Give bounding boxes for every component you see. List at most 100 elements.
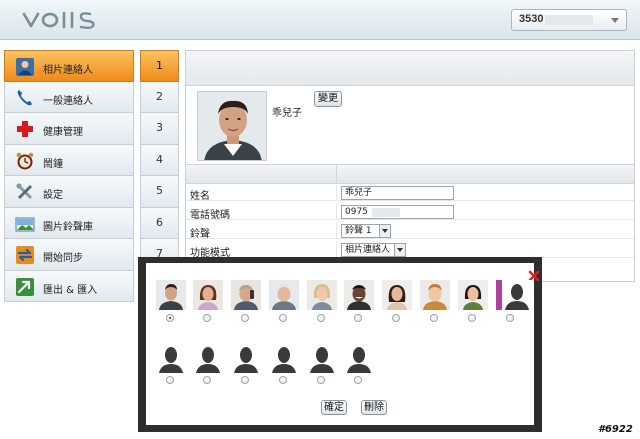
- phone-value: 0975: [345, 207, 368, 217]
- avatar-radio[interactable]: [317, 314, 325, 322]
- contact-photo: [197, 91, 267, 161]
- avatar-option[interactable]: [156, 280, 186, 310]
- avatar-option-empty[interactable]: [193, 343, 223, 373]
- avatar-radio[interactable]: [166, 376, 174, 384]
- sidebar-item-export-import[interactable]: 匯出 & 匯入: [4, 270, 134, 302]
- column-divider: [336, 242, 337, 258]
- contact-person-icon: [16, 58, 34, 76]
- avatar-radio[interactable]: [354, 314, 362, 322]
- sidebar-item-health[interactable]: 健康管理: [4, 113, 134, 145]
- column-divider: [336, 185, 337, 201]
- sidebar-item-photo-contacts[interactable]: 相片連絡人: [4, 50, 134, 82]
- sidebar-item-settings[interactable]: 設定: [4, 176, 134, 208]
- chevron-down-icon: [379, 225, 390, 237]
- avatar-option-empty[interactable]: [344, 343, 374, 373]
- avatar-option-empty[interactable]: [231, 343, 261, 373]
- silhouette-avatar-image: [310, 347, 334, 373]
- avatar-option[interactable]: [269, 280, 299, 310]
- avatar-option[interactable]: [344, 280, 374, 310]
- avatar-option[interactable]: [458, 280, 488, 310]
- slot-number[interactable]: 6: [140, 207, 179, 239]
- avatar-radio[interactable]: [506, 314, 514, 322]
- avatar-radio[interactable]: [317, 376, 325, 384]
- man-portrait-image: [198, 92, 266, 160]
- delete-button[interactable]: 刪除: [361, 400, 387, 415]
- ringtone-value: 鈴聲 1: [345, 226, 372, 236]
- sync-icon: [16, 246, 34, 264]
- form-row-phone: 電話號碼 0975: [186, 204, 634, 221]
- sidebar-nav: 相片連絡人 一般連絡人 健康管理 鬧鐘 設定 圖片鈴聲庫 開始同步 匯出 & 匯…: [4, 50, 134, 302]
- image-library-icon: [15, 217, 35, 231]
- elderly-man-avatar-image: [269, 280, 299, 310]
- avatar-option[interactable]: [193, 280, 223, 310]
- ringtone-select[interactable]: 鈴聲 1: [341, 224, 391, 238]
- silhouette-avatar-image: [272, 347, 296, 373]
- silhouette-avatar-image: [505, 284, 529, 310]
- silhouette-avatar-image: [196, 347, 220, 373]
- avatar-radio[interactable]: [279, 314, 287, 322]
- silhouette-avatar-image: [347, 347, 371, 373]
- sidebar-item-label: 健康管理: [43, 127, 83, 138]
- column-divider: [336, 204, 337, 220]
- form-row-name: 姓名 乖兒子: [186, 185, 634, 202]
- app-header: 3530: [0, 0, 640, 40]
- avatar-radio[interactable]: [279, 376, 287, 384]
- slot-number[interactable]: 5: [140, 176, 179, 208]
- avatar-radio[interactable]: [430, 314, 438, 322]
- dialog-body: 確定 刪除: [146, 263, 540, 425]
- sidebar-item-label: 匯出 & 匯入: [43, 284, 98, 296]
- sidebar-item-start-sync[interactable]: 開始同步: [4, 239, 134, 271]
- chevron-down-icon: [611, 18, 619, 23]
- avatar-option[interactable]: [382, 280, 412, 310]
- alarm-clock-icon: [16, 152, 34, 169]
- sidebar-item-label: 設定: [43, 190, 63, 201]
- name-input[interactable]: 乖兒子: [341, 186, 454, 200]
- avatar-option-empty[interactable]: [307, 343, 337, 373]
- voiis-logo: [22, 11, 95, 29]
- slot-number-column: 1 2 3 4 5 6 7: [140, 50, 179, 271]
- contact-detail-panel: 乖兒子 變更 姓名 乖兒子 電話號碼 0975 鈴聲 鈴聲 1 功能模式 相片連…: [185, 50, 635, 282]
- phone-input[interactable]: 0975: [341, 205, 454, 219]
- avatar-radio[interactable]: [241, 314, 249, 322]
- tools-icon: [16, 183, 33, 200]
- avatar-radio[interactable]: [166, 314, 174, 322]
- slot-number[interactable]: 1: [140, 50, 179, 82]
- avatar-radio[interactable]: [392, 314, 400, 322]
- avatar-radio[interactable]: [203, 314, 211, 322]
- silhouette-avatar-image: [234, 347, 258, 373]
- slot-number[interactable]: 2: [140, 81, 179, 113]
- slot-number[interactable]: 4: [140, 144, 179, 176]
- sidebar-item-general-contacts[interactable]: 一般連絡人: [4, 81, 134, 113]
- avatar-picker-dialog: 確定 刪除: [138, 257, 542, 432]
- avatar-radio[interactable]: [203, 376, 211, 384]
- redacted-area: [372, 208, 400, 217]
- form-row-ringtone: 鈴聲 鈴聲 1: [186, 223, 634, 240]
- mode-value: 相片連絡人: [345, 245, 391, 255]
- avatar-radio[interactable]: [241, 376, 249, 384]
- column-divider: [336, 223, 337, 239]
- column-divider: [336, 164, 337, 184]
- avatar-option-empty[interactable]: [502, 280, 532, 310]
- change-photo-button[interactable]: 變更: [314, 91, 342, 107]
- avatar-radio[interactable]: [468, 314, 476, 322]
- mode-select[interactable]: 相片連絡人: [341, 243, 406, 257]
- avatar-option[interactable]: [420, 280, 450, 310]
- account-dropdown[interactable]: 3530: [511, 9, 627, 31]
- account-number: 3530: [519, 13, 544, 25]
- avatar-option[interactable]: [307, 280, 337, 310]
- avatar-option-empty[interactable]: [269, 343, 299, 373]
- sidebar-item-image-ringtone-library[interactable]: 圖片鈴聲庫: [4, 207, 134, 239]
- man-avatar-image: [156, 280, 186, 310]
- man-phone-avatar-image: [231, 280, 261, 310]
- avatar-radio[interactable]: [354, 376, 362, 384]
- slot-number[interactable]: 3: [140, 113, 179, 145]
- confirm-button[interactable]: 確定: [321, 400, 347, 415]
- sidebar-item-label: 相片連絡人: [43, 65, 93, 76]
- chevron-down-icon: [394, 244, 405, 256]
- health-cross-icon: [17, 121, 33, 137]
- sidebar-item-alarm[interactable]: 鬧鐘: [4, 144, 134, 176]
- form-label: 鈴聲: [190, 229, 210, 240]
- avatar-option[interactable]: [231, 280, 261, 310]
- avatar-option-empty[interactable]: [156, 343, 186, 373]
- export-import-icon: [16, 277, 34, 296]
